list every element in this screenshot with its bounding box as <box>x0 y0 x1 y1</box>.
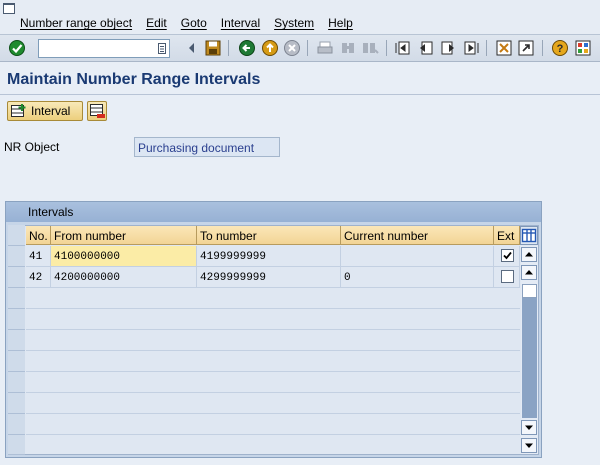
col-header-to-number[interactable]: To number <box>197 226 341 245</box>
nr-object-label: NR Object <box>4 140 60 154</box>
cancel-icon[interactable] <box>283 39 301 57</box>
scroll-first-button[interactable] <box>521 247 537 262</box>
previous-page-icon[interactable] <box>417 39 435 57</box>
system-menu-icon[interactable] <box>3 3 15 14</box>
scroll-up-button[interactable] <box>521 265 537 280</box>
cell-from-number-input[interactable]: 4200000000 <box>51 267 197 288</box>
find-icon[interactable] <box>339 39 357 57</box>
create-session-icon[interactable] <box>495 39 513 57</box>
row-selector[interactable] <box>8 267 25 288</box>
shortcut-icon[interactable] <box>517 39 535 57</box>
find-next-icon[interactable] <box>361 39 379 57</box>
scroll-up-icon <box>525 252 533 257</box>
create-interval-icon <box>11 104 26 117</box>
toolbar-separator <box>228 40 229 56</box>
cell-to-number-input[interactable]: 4199999999 <box>197 246 341 267</box>
toolbar-separator <box>307 40 308 56</box>
delete-interval-button[interactable] <box>87 101 107 121</box>
cell-no: 41 <box>26 246 51 267</box>
menu-system[interactable]: System <box>274 16 314 30</box>
row-selector[interactable] <box>8 372 25 393</box>
row-selector[interactable] <box>8 351 25 372</box>
row-divider <box>26 413 520 414</box>
row-selector[interactable] <box>8 393 25 414</box>
row-selector[interactable] <box>8 309 25 330</box>
scroll-track[interactable] <box>522 298 537 418</box>
interval-button-label: Interval <box>31 104 71 118</box>
save-icon[interactable] <box>204 39 222 57</box>
row-selector[interactable] <box>8 435 25 455</box>
scroll-thumb[interactable] <box>522 284 537 298</box>
toolbar-separator <box>542 40 543 56</box>
enter-icon[interactable] <box>8 39 26 57</box>
checkmark-icon <box>503 251 512 260</box>
nr-object-value: Purchasing document <box>134 137 280 157</box>
row-divider <box>26 434 520 435</box>
menu-help[interactable]: Help <box>328 16 353 30</box>
svg-text:?: ? <box>557 43 564 55</box>
row-selector[interactable] <box>8 288 25 309</box>
row-divider <box>26 371 520 372</box>
last-page-icon[interactable] <box>462 39 480 57</box>
back-icon[interactable] <box>238 39 256 57</box>
scroll-down-icon <box>525 443 533 448</box>
cell-no: 42 <box>26 267 51 288</box>
help-icon[interactable]: ? <box>551 39 569 57</box>
toolbar-separator <box>386 40 387 56</box>
toolbar-separator <box>486 40 487 56</box>
row-divider <box>26 329 520 330</box>
table-settings-button[interactable] <box>520 226 538 245</box>
menu-interval[interactable]: Interval <box>221 16 260 30</box>
intervals-caption: Intervals <box>6 202 541 222</box>
menu-edit[interactable]: Edit <box>146 16 167 30</box>
cell-current-number: 0 <box>341 267 494 288</box>
col-header-no[interactable]: No. <box>26 226 51 245</box>
select-all-button[interactable] <box>8 225 25 246</box>
command-history-icon[interactable] <box>158 43 166 54</box>
col-header-current-number[interactable]: Current number <box>341 226 494 245</box>
col-header-ext[interactable]: Ext <box>494 226 520 245</box>
scroll-down-button[interactable] <box>521 420 537 435</box>
cell-current-number <box>341 246 494 267</box>
scroll-down-icon <box>525 425 533 430</box>
row-divider <box>26 308 520 309</box>
menu-goto[interactable]: Goto <box>181 16 207 30</box>
row-selector[interactable] <box>8 330 25 351</box>
row-selector[interactable] <box>8 246 25 267</box>
standard-toolbar: ? <box>0 34 600 62</box>
ext-checkbox[interactable] <box>501 270 514 283</box>
print-icon[interactable] <box>316 39 334 57</box>
next-page-icon[interactable] <box>439 39 457 57</box>
row-divider <box>26 350 520 351</box>
menu-items: Number range object Edit Goto Interval S… <box>20 16 367 30</box>
menu-bar: Number range object Edit Goto Interval S… <box>0 0 600 34</box>
page-title: Maintain Number Range Intervals <box>7 71 261 88</box>
layout-icon[interactable] <box>574 39 592 57</box>
scroll-last-button[interactable] <box>521 438 537 453</box>
interval-button[interactable]: Interval <box>7 101 83 121</box>
command-field[interactable] <box>38 39 170 58</box>
ext-checkbox-checked[interactable] <box>501 249 514 262</box>
command-collapse-icon[interactable] <box>183 39 201 57</box>
scroll-up-icon <box>525 270 533 275</box>
menu-number-range-object[interactable]: Number range object <box>20 16 132 30</box>
cell-to-number-input[interactable]: 4299999999 <box>197 267 341 288</box>
exit-icon[interactable] <box>261 39 279 57</box>
command-input[interactable] <box>39 40 151 57</box>
cell-from-number-input[interactable]: 4100000000 <box>51 246 197 267</box>
first-page-icon[interactable] <box>394 39 412 57</box>
row-selector[interactable] <box>8 414 25 435</box>
table-settings-icon <box>521 228 537 243</box>
col-header-from-number[interactable]: From number <box>51 226 197 245</box>
title-divider <box>0 94 600 95</box>
row-divider <box>26 392 520 393</box>
delete-interval-icon <box>90 104 105 118</box>
